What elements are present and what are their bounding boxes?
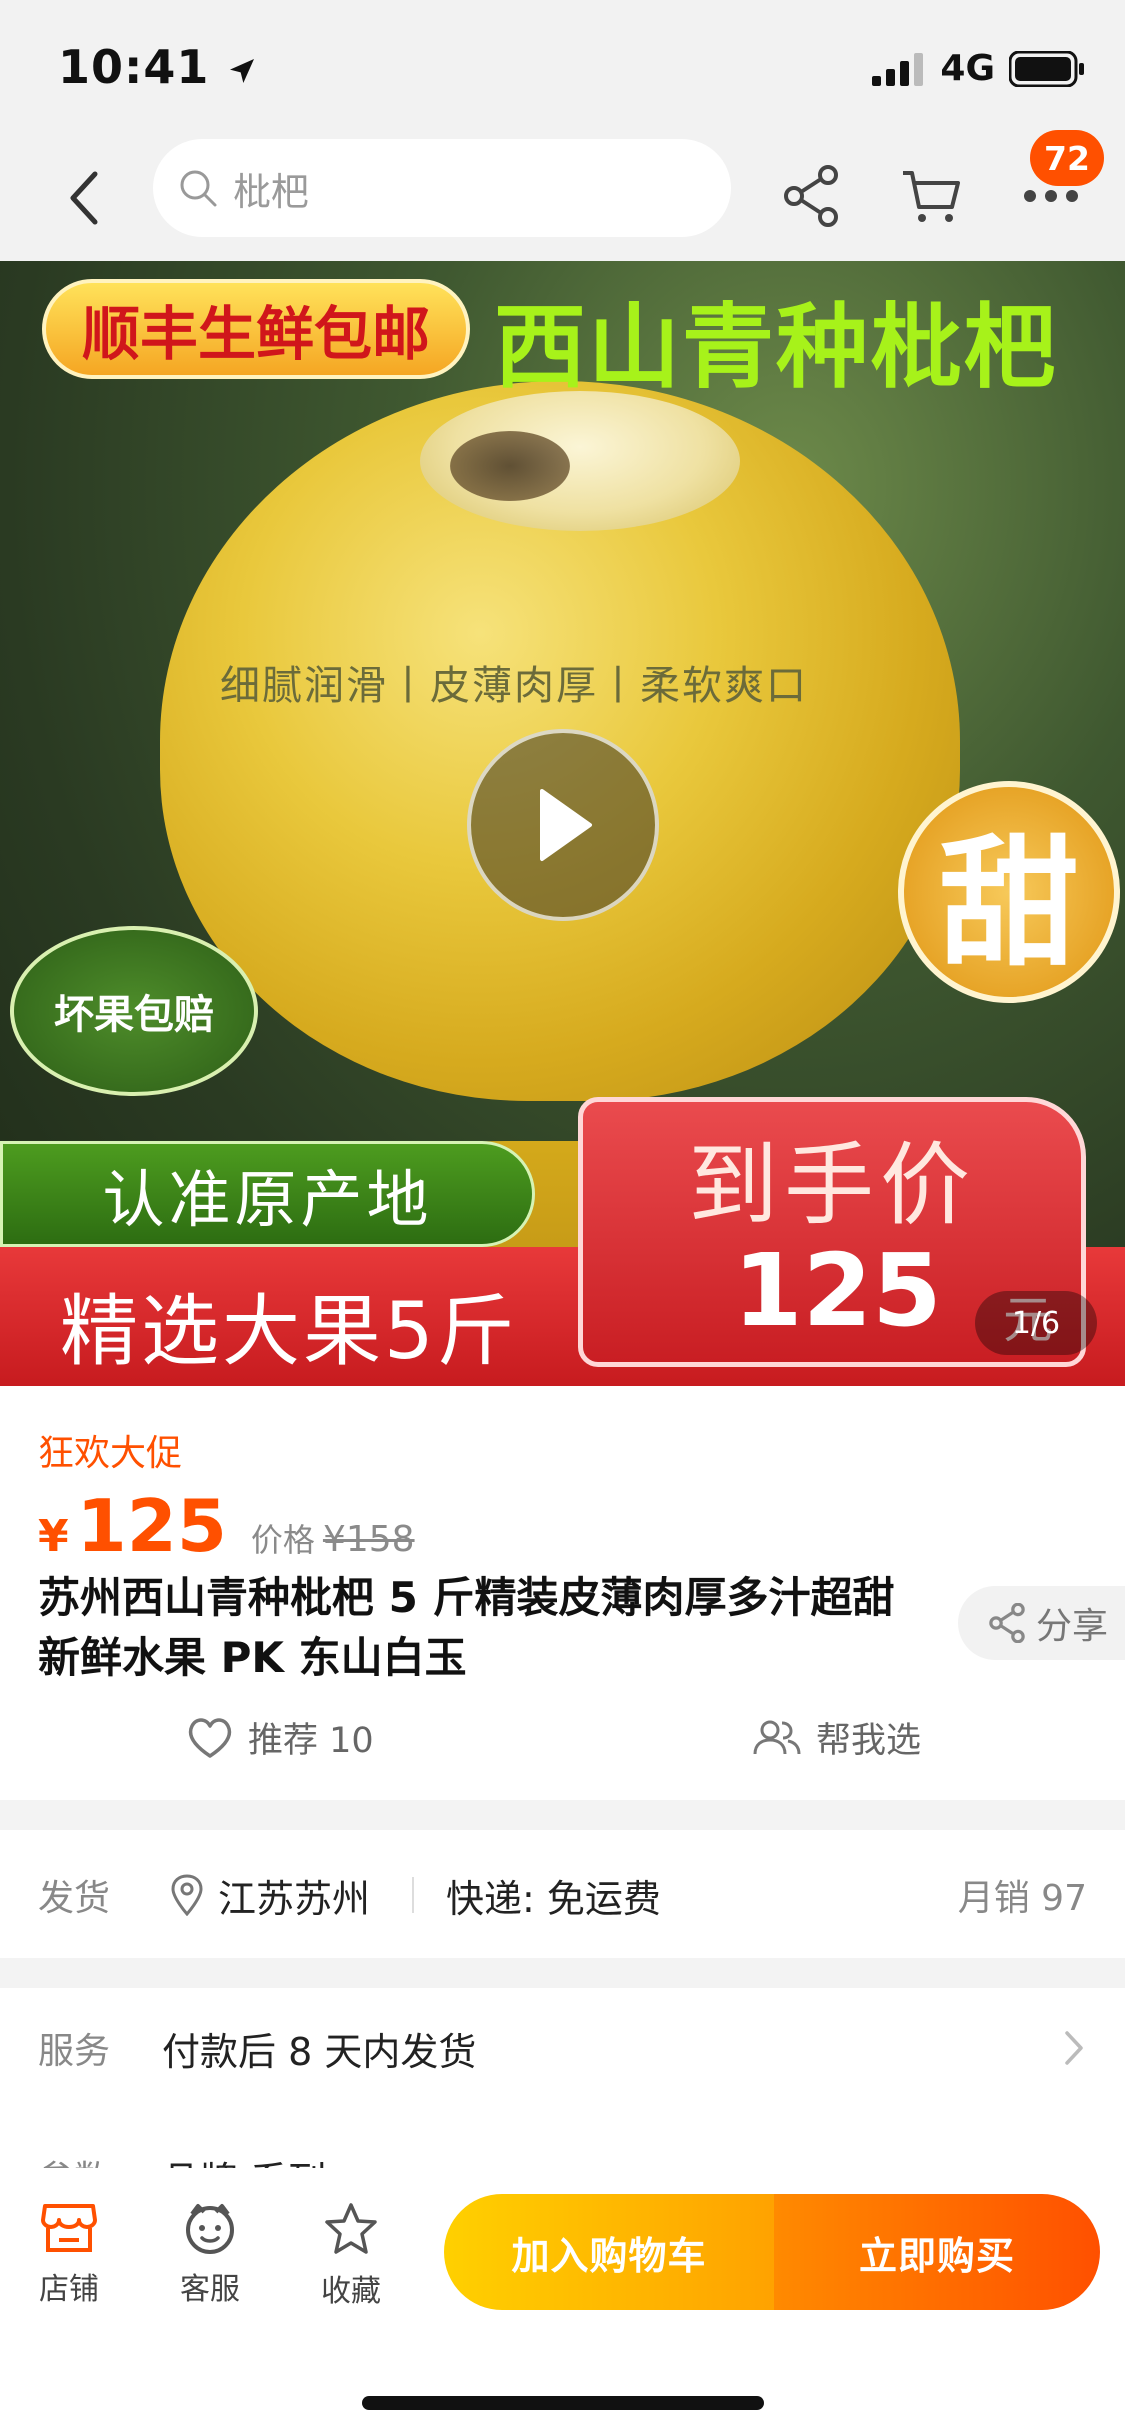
home-indicator[interactable] bbox=[362, 2396, 764, 2410]
buy-now-button[interactable]: 立即购买 bbox=[774, 2194, 1100, 2310]
cart-icon bbox=[903, 171, 960, 222]
recommend-label: 推荐 10 bbox=[248, 1721, 374, 1761]
favorite-button[interactable]: 收藏 bbox=[296, 2202, 406, 2310]
section-divider bbox=[0, 1800, 1125, 1830]
star-icon bbox=[325, 2203, 377, 2254]
location-pin-icon bbox=[171, 1874, 203, 1916]
origin-text: 认准原产地 bbox=[102, 1163, 433, 1236]
promo-tag: 狂欢大促 bbox=[38, 1433, 183, 1474]
battery-icon bbox=[1009, 50, 1084, 87]
sweet-badge-text: 甜 bbox=[938, 823, 1079, 986]
price-currency: ¥ bbox=[38, 1511, 69, 1562]
store-label: 店铺 bbox=[39, 2272, 99, 2307]
hero-tagline: 细腻润滑丨皮薄肉厚丨柔软爽口 bbox=[220, 663, 808, 709]
recommend-button[interactable]: 推荐 10 bbox=[186, 1712, 374, 1763]
customer-service-label: 客服 bbox=[180, 2272, 240, 2307]
hero-title: 西山青种枇杷 bbox=[494, 294, 1059, 401]
nav-bar: 枇杷 72 bbox=[0, 130, 1125, 261]
ship-separator bbox=[412, 1877, 414, 1913]
play-video-button[interactable] bbox=[467, 729, 659, 921]
signal-icon bbox=[872, 52, 924, 86]
buy-now-label: 立即购买 bbox=[858, 2233, 1015, 2278]
chevron-right-icon bbox=[1065, 2031, 1083, 2065]
more-dots-icon bbox=[1024, 190, 1078, 202]
loquat-stem bbox=[450, 431, 570, 501]
shipping-pill-text: 顺丰生鲜包邮 bbox=[81, 300, 430, 368]
help-choose-label: 帮我选 bbox=[816, 1721, 922, 1761]
heart-icon bbox=[188, 1717, 232, 1758]
people-icon bbox=[753, 1720, 801, 1754]
location-arrow-icon bbox=[230, 58, 255, 83]
search-icon bbox=[180, 170, 217, 207]
help-choose-button[interactable]: 帮我选 bbox=[752, 1712, 921, 1763]
original-price-label: 价格 bbox=[250, 1521, 315, 1559]
service-label: 服务 bbox=[38, 2031, 111, 2072]
share-icon bbox=[989, 1603, 1025, 1643]
product-title: 苏州西山青种枇杷 5 斤精装皮薄肉厚多汁超甜新鲜水果 PK 东山白玉 bbox=[38, 1573, 895, 1682]
section-divider bbox=[0, 1958, 1125, 1988]
action-row: 推荐 10 帮我选 bbox=[0, 1712, 1125, 1782]
share-button[interactable] bbox=[772, 157, 850, 235]
store-button[interactable]: 店铺 bbox=[14, 2202, 124, 2308]
shipping-pill: 顺丰生鲜包邮 bbox=[42, 279, 470, 379]
status-bar: 10:41 4G bbox=[0, 0, 1125, 135]
guarantee-badge: 坏果包赔 bbox=[10, 926, 258, 1096]
add-to-cart-label: 加入购物车 bbox=[511, 2233, 707, 2278]
favorite-label: 收藏 bbox=[321, 2274, 381, 2309]
original-price: ¥158 bbox=[322, 1519, 415, 1560]
guarantee-text: 坏果包赔 bbox=[54, 992, 214, 1038]
status-time: 10:41 bbox=[58, 40, 258, 94]
share-label: 分享 bbox=[1036, 1606, 1109, 1647]
monthly-sales: 月销 97 bbox=[957, 1878, 1087, 1919]
product-gallery[interactable]: 顺丰生鲜包邮 西山青种枇杷 细腻润滑丨皮薄肉厚丨柔软爽口 甜 坏果包赔 认准原产… bbox=[0, 261, 1125, 1386]
time-text: 10:41 bbox=[58, 40, 210, 94]
shipping-row[interactable]: 发货 江苏苏州 快递: 免运费 月销 97 bbox=[0, 1832, 1125, 1958]
status-indicators: 4G bbox=[872, 48, 1085, 89]
share-pill-button[interactable]: 分享 bbox=[958, 1586, 1125, 1660]
share-icon bbox=[784, 165, 838, 227]
shipping-label: 发货 bbox=[38, 1878, 111, 1919]
big-fruit-text: 精选大果5斤 bbox=[60, 1287, 518, 1377]
customer-service-icon bbox=[186, 2204, 234, 2254]
service-value: 付款后 8 天内发货 bbox=[162, 2029, 477, 2074]
search-input[interactable]: 枇杷 bbox=[153, 139, 731, 237]
store-icon bbox=[41, 2204, 97, 2252]
ship-location: 江苏苏州 bbox=[170, 1868, 370, 1923]
search-placeholder: 枇杷 bbox=[233, 169, 310, 214]
play-icon bbox=[540, 789, 592, 861]
hero-price-value: 125 bbox=[733, 1232, 942, 1349]
ship-location-text: 江苏苏州 bbox=[218, 1876, 371, 1921]
ship-method: 快递: 免运费 bbox=[446, 1876, 661, 1921]
hero-price-label: 到手价 bbox=[688, 1133, 976, 1238]
price-value: 125 bbox=[76, 1484, 227, 1568]
price-row: ¥ 125 价格 ¥158 bbox=[38, 1484, 415, 1568]
add-to-cart-button[interactable]: 加入购物车 bbox=[444, 2194, 774, 2310]
origin-banner: 认准原产地 bbox=[0, 1141, 535, 1247]
cart-button[interactable] bbox=[892, 157, 970, 235]
message-count-badge: 72 bbox=[1030, 130, 1104, 186]
back-button[interactable] bbox=[50, 163, 120, 233]
sweet-badge: 甜 bbox=[898, 781, 1120, 1003]
service-row[interactable]: 服务 付款后 8 天内发货 bbox=[0, 1988, 1125, 2108]
customer-service-button[interactable]: 客服 bbox=[155, 2202, 265, 2308]
network-type: 4G bbox=[940, 48, 995, 89]
gallery-page-indicator: 1/6 bbox=[975, 1291, 1097, 1355]
chevron-left-icon bbox=[70, 171, 98, 225]
